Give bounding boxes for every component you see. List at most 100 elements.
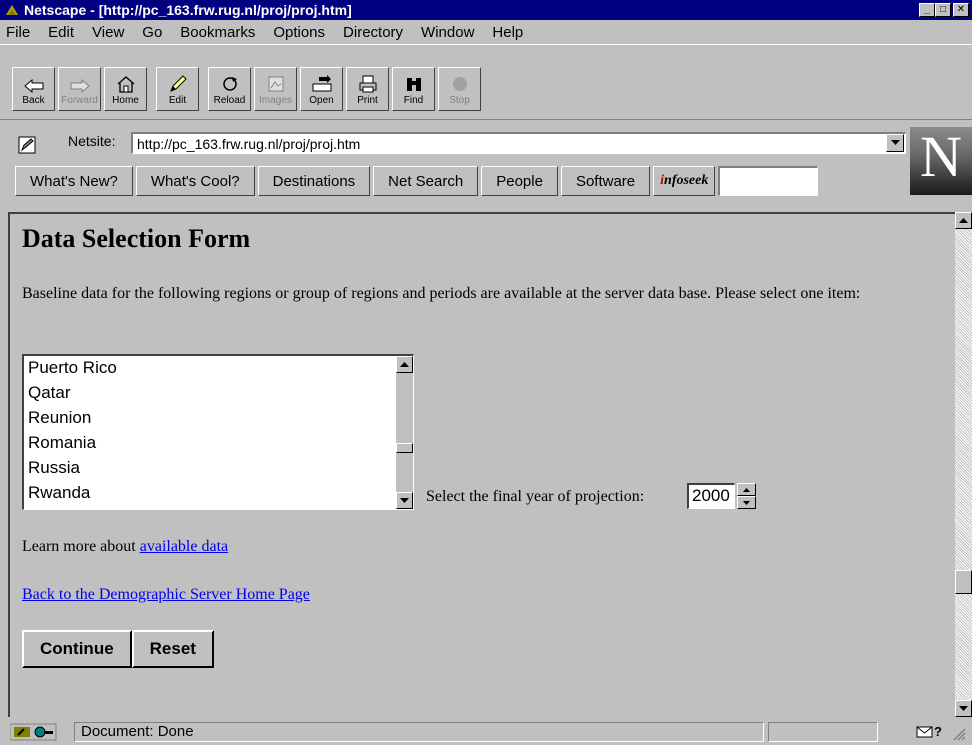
list-scrollbar[interactable] bbox=[396, 356, 413, 509]
open-button[interactable]: Open bbox=[300, 67, 343, 111]
stop-label: Stop bbox=[449, 95, 470, 106]
list-item[interactable]: Qatar bbox=[28, 383, 71, 408]
menu-help[interactable]: Help bbox=[492, 24, 523, 41]
resize-grip-icon[interactable] bbox=[950, 725, 966, 741]
form-buttons: Continue Reset bbox=[22, 630, 214, 668]
list-item[interactable]: Puerto Rico bbox=[28, 358, 117, 383]
list-scroll-up-button[interactable] bbox=[396, 356, 413, 373]
list-item[interactable]: Russia bbox=[28, 458, 80, 483]
toolbar: Back Forward Home Edit Reload Images Ope… bbox=[0, 44, 972, 120]
whats-cool-button[interactable]: What's Cool? bbox=[135, 166, 255, 196]
url-dropdown-button[interactable] bbox=[886, 134, 904, 152]
find-button[interactable]: Find bbox=[392, 67, 435, 111]
menu-directory[interactable]: Directory bbox=[343, 24, 403, 41]
binoculars-icon bbox=[406, 78, 421, 91]
page-content: Data Selection Form Baseline data for th… bbox=[8, 212, 955, 717]
year-decrement-button[interactable] bbox=[737, 496, 756, 509]
software-button[interactable]: Software bbox=[560, 166, 651, 196]
directory-buttons: What's New? What's Cool? Destinations Ne… bbox=[15, 166, 819, 196]
location-label: Netsite: bbox=[68, 133, 116, 149]
home-label: Home bbox=[112, 95, 139, 106]
menu-options[interactable]: Options bbox=[273, 24, 325, 41]
list-item[interactable]: Reunion bbox=[28, 408, 91, 433]
images-icon bbox=[268, 76, 283, 92]
chevron-down-icon bbox=[400, 497, 409, 503]
infoseek-button[interactable]: i nfoseek bbox=[653, 166, 716, 196]
stop-icon bbox=[452, 77, 467, 91]
chevron-down-icon bbox=[743, 500, 750, 505]
reload-icon bbox=[222, 77, 237, 91]
infoseek-search-input[interactable] bbox=[718, 166, 819, 196]
maximize-button[interactable]: □ bbox=[935, 3, 951, 17]
back-label: Back bbox=[22, 95, 45, 106]
chevron-up-icon bbox=[743, 487, 750, 492]
forward-label: Forward bbox=[61, 95, 98, 106]
year-increment-button[interactable] bbox=[737, 483, 756, 496]
list-item[interactable]: Romania bbox=[28, 433, 96, 458]
window-title: Netscape - [http://pc_163.frw.rug.nl/pro… bbox=[24, 2, 352, 18]
mail-icon[interactable]: ? bbox=[916, 724, 942, 740]
back-button[interactable]: Back bbox=[12, 67, 55, 111]
home-icon bbox=[117, 76, 134, 93]
open-label: Open bbox=[309, 95, 334, 106]
bookmark-quickfile-icon[interactable] bbox=[18, 136, 38, 154]
page-scrollbar[interactable] bbox=[955, 212, 972, 717]
page-scroll-down-button[interactable] bbox=[955, 700, 972, 717]
back-arrow-icon bbox=[23, 79, 43, 93]
find-label: Find bbox=[403, 95, 424, 106]
menu-bookmarks[interactable]: Bookmarks bbox=[180, 24, 255, 41]
infoseek-logo-text: nfoseek bbox=[664, 173, 709, 188]
netscape-logo[interactable]: N bbox=[910, 127, 972, 195]
list-item[interactable]: Rwanda bbox=[28, 483, 90, 508]
images-label: Images bbox=[259, 95, 292, 106]
menu-edit[interactable]: Edit bbox=[48, 24, 74, 41]
forward-button[interactable]: Forward bbox=[58, 67, 101, 111]
region-select-list[interactable]: Puerto Rico Qatar Reunion Romania Russia… bbox=[22, 354, 414, 510]
list-scroll-thumb[interactable] bbox=[396, 443, 413, 453]
status-text: Document: Done bbox=[74, 722, 764, 742]
chevron-up-icon bbox=[959, 217, 968, 223]
learn-more-prefix: Learn more about bbox=[22, 538, 140, 555]
page-title: Data Selection Form bbox=[22, 224, 251, 253]
netscape-app-icon bbox=[4, 3, 20, 17]
minimize-button[interactable]: _ bbox=[919, 3, 935, 17]
year-spinner[interactable] bbox=[737, 483, 756, 509]
open-icon bbox=[312, 75, 331, 92]
year-label: Select the final year of projection: bbox=[426, 488, 645, 505]
reload-button[interactable]: Reload bbox=[208, 67, 251, 111]
url-input[interactable]: http://pc_163.frw.rug.nl/proj/proj.htm bbox=[131, 132, 906, 154]
svg-text:?: ? bbox=[934, 724, 942, 739]
list-scroll-down-button[interactable] bbox=[396, 492, 413, 509]
reset-button[interactable]: Reset bbox=[131, 630, 214, 668]
page-scroll-up-button[interactable] bbox=[955, 212, 972, 229]
chevron-down-icon bbox=[890, 140, 900, 145]
menu-bar: File Edit View Go Bookmarks Options Dire… bbox=[0, 20, 972, 44]
menu-go[interactable]: Go bbox=[142, 24, 162, 41]
net-search-button[interactable]: Net Search bbox=[373, 166, 479, 196]
intro-paragraph: Baseline data for the following regions … bbox=[22, 285, 861, 302]
final-year-input[interactable]: 2000 bbox=[687, 483, 735, 509]
menu-view[interactable]: View bbox=[92, 24, 124, 41]
stop-button[interactable]: Stop bbox=[438, 67, 481, 111]
images-button[interactable]: Images bbox=[254, 67, 297, 111]
chevron-down-icon bbox=[959, 705, 968, 711]
learn-more-text: Learn more about available data bbox=[22, 538, 228, 556]
destinations-button[interactable]: Destinations bbox=[257, 166, 371, 196]
menu-window[interactable]: Window bbox=[421, 24, 474, 41]
people-button[interactable]: People bbox=[481, 166, 558, 196]
home-button[interactable]: Home bbox=[104, 67, 147, 111]
security-key-icon[interactable] bbox=[10, 723, 58, 741]
whats-new-button[interactable]: What's New? bbox=[15, 166, 133, 196]
home-page-link[interactable]: Back to the Demographic Server Home Page bbox=[22, 586, 310, 604]
print-label: Print bbox=[357, 95, 378, 106]
continue-button[interactable]: Continue bbox=[22, 630, 132, 668]
print-button[interactable]: Print bbox=[346, 67, 389, 111]
reload-label: Reload bbox=[213, 95, 246, 106]
menu-file[interactable]: File bbox=[6, 24, 30, 41]
forward-arrow-icon bbox=[70, 79, 90, 93]
available-data-link[interactable]: available data bbox=[140, 538, 228, 555]
page-scroll-thumb[interactable] bbox=[955, 570, 972, 594]
edit-label: Edit bbox=[168, 95, 187, 106]
close-button[interactable]: ✕ bbox=[953, 3, 969, 17]
edit-button[interactable]: Edit bbox=[156, 67, 199, 111]
